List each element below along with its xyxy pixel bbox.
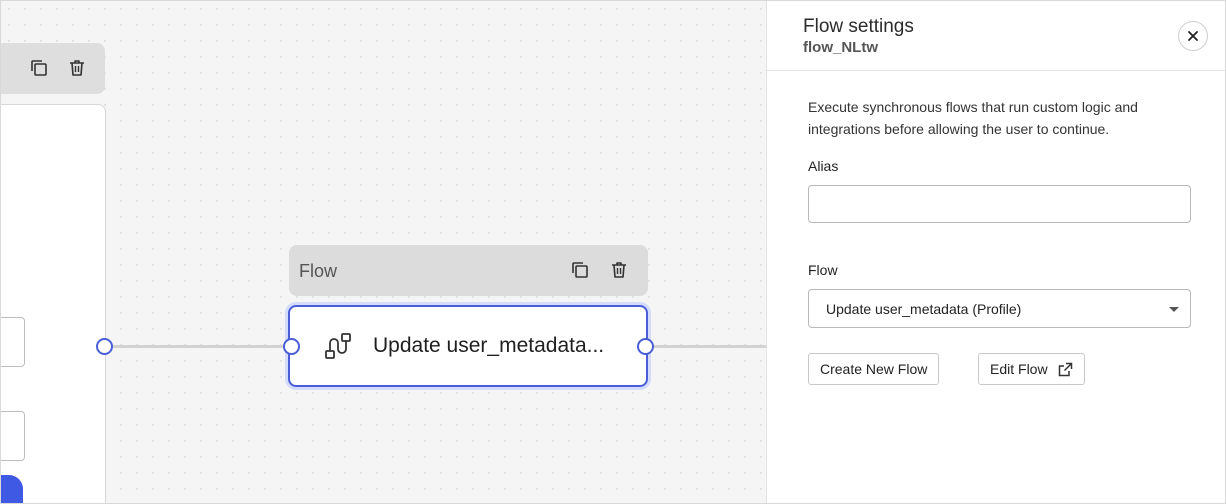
trash-icon[interactable] [66, 57, 88, 79]
panel-title: Flow settings [803, 16, 914, 37]
copy-icon[interactable] [569, 259, 591, 281]
flow-canvas[interactable]: Flow Update user_metadata... [1, 1, 766, 503]
flow-label: Flow [808, 262, 838, 278]
node-toolbar: Flow [289, 245, 648, 296]
copy-icon[interactable] [28, 57, 50, 79]
edge-left [111, 345, 287, 348]
flow-node-label: Update user_metadata... [373, 334, 605, 357]
connector-port[interactable] [283, 338, 300, 355]
create-new-flow-button[interactable]: Create New Flow [808, 353, 940, 385]
chevron-down-icon [1169, 307, 1179, 312]
app-frame: Flow Update user_metadata... Flow settin… [0, 0, 1226, 504]
alias-input[interactable] [808, 185, 1191, 223]
flow-icon [324, 332, 352, 365]
connector-port[interactable] [637, 338, 654, 355]
previous-node-input[interactable] [1, 317, 25, 367]
connector-port[interactable] [96, 338, 113, 355]
edge-right [652, 345, 766, 348]
previous-node-input[interactable] [1, 411, 25, 461]
flow-node[interactable]: Update user_metadata... [288, 305, 648, 387]
edit-flow-button[interactable]: Edit Flow [978, 353, 1085, 385]
previous-node-button[interactable] [1, 475, 23, 503]
close-icon [1187, 30, 1199, 42]
external-link-icon [1058, 362, 1073, 377]
alias-label: Alias [808, 158, 839, 174]
flow-select-value: Update user_metadata (Profile) [826, 301, 1022, 317]
node-type-label: Flow [299, 261, 338, 281]
trash-icon[interactable] [608, 259, 630, 281]
flow-select[interactable]: Update user_metadata (Profile) [808, 289, 1191, 328]
previous-node-toolbar [1, 43, 105, 94]
edit-flow-label: Edit Flow [990, 361, 1048, 377]
panel-header: Flow settings flow_NLtw [767, 1, 1225, 71]
close-button[interactable] [1178, 21, 1208, 51]
panel-subtitle: flow_NLtw [803, 39, 878, 56]
flow-settings-panel: Flow settings flow_NLtw Execute synchron… [766, 1, 1225, 503]
create-new-flow-label: Create New Flow [820, 361, 928, 377]
panel-description: Execute synchronous flows that run custo… [808, 99, 1138, 137]
